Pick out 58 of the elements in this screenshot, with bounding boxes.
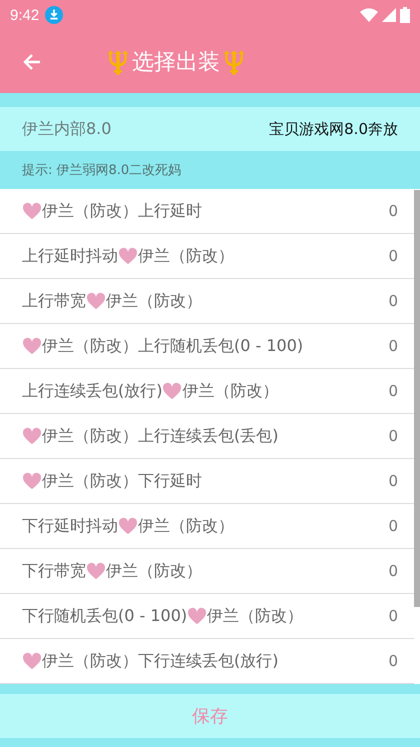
item-label: 下行随机丢包(0 - 100)	[22, 606, 188, 626]
item-value: 0	[388, 652, 398, 670]
status-time: 9:42	[10, 6, 40, 24]
item-label: 下行带宽	[22, 560, 86, 582]
item-label: 上行带宽	[22, 290, 86, 312]
item-value: 0	[388, 382, 398, 400]
item-value: 0	[388, 427, 398, 445]
input-field[interactable]: 宝贝游戏网8.0奔放	[198, 120, 398, 138]
item-label: 伊兰（防改）上行连续丢包(丢包)	[42, 426, 278, 446]
item-label: 伊兰（防改）	[207, 606, 304, 626]
list-item[interactable]: 伊兰（防改）上行连续丢包(丢包) 0	[0, 414, 414, 459]
item-value: 0	[388, 607, 398, 625]
item-label: 伊兰（防改）	[106, 290, 202, 312]
item-label: 伊兰（防改）上行延时	[42, 200, 202, 222]
hint-text: 提示: 伊兰弱网8.0二改死妈	[22, 162, 182, 179]
list-item[interactable]: 伊兰（防改）下行延时 0	[0, 459, 414, 504]
list-item[interactable]: 上行连续丢包(放行) 伊兰（防改） 0	[0, 369, 414, 414]
list-item[interactable]: 伊兰（防改）上行随机丢包(0 - 100) 0	[0, 324, 414, 369]
field-label: 伊兰内部8.0	[22, 118, 112, 140]
heart-icon	[22, 427, 42, 445]
list-item[interactable]: 下行延时抖动 伊兰（防改） 0	[0, 504, 414, 549]
heart-icon	[86, 292, 106, 310]
item-label: 伊兰（防改）	[138, 246, 234, 266]
battery-icon	[400, 7, 410, 23]
download-icon	[45, 6, 64, 24]
wifi-icon	[360, 8, 378, 22]
item-value: 0	[388, 337, 398, 355]
list-item[interactable]: 伊兰（防改）上行延时 0	[0, 189, 414, 234]
heart-icon	[162, 382, 182, 400]
item-label: 伊兰（防改）	[138, 516, 234, 536]
heart-icon	[22, 202, 42, 220]
item-value: 0	[388, 202, 398, 220]
heart-icon	[86, 562, 106, 580]
heart-icon	[187, 607, 208, 625]
item-value: 0	[388, 472, 398, 490]
signal-icon	[382, 8, 396, 22]
list-item[interactable]: 下行随机丢包(0 - 100) 伊兰（防改） 0	[0, 594, 414, 639]
heart-icon	[118, 247, 138, 265]
item-value: 0	[388, 562, 398, 580]
heart-icon	[22, 652, 42, 670]
page-title: 选择出装	[132, 48, 220, 76]
list-item[interactable]: 下行带宽 伊兰（防改） 0	[0, 549, 414, 594]
item-label: 上行延时抖动	[22, 246, 118, 266]
item-label: 伊兰（防改）	[182, 380, 278, 402]
item-label: 伊兰（防改）下行延时	[42, 470, 202, 492]
heart-icon	[22, 337, 42, 355]
list-item[interactable]: 上行延时抖动 伊兰（防改） 0	[0, 234, 414, 279]
item-label: 下行延时抖动	[22, 516, 118, 536]
item-value: 0	[388, 517, 398, 535]
list-item[interactable]: 上行带宽 伊兰（防改） 0	[0, 279, 414, 324]
item-label: 伊兰（防改）下行连续丢包(放行)	[42, 650, 278, 672]
item-label: 伊兰（防改）上行随机丢包(0 - 100)	[42, 336, 304, 356]
item-label: 伊兰（防改）	[106, 560, 202, 582]
heart-icon	[22, 472, 42, 490]
item-value: 0	[388, 247, 398, 265]
heart-icon	[118, 517, 138, 535]
item-value: 0	[388, 292, 398, 310]
item-label: 上行连续丢包(放行)	[22, 380, 162, 402]
